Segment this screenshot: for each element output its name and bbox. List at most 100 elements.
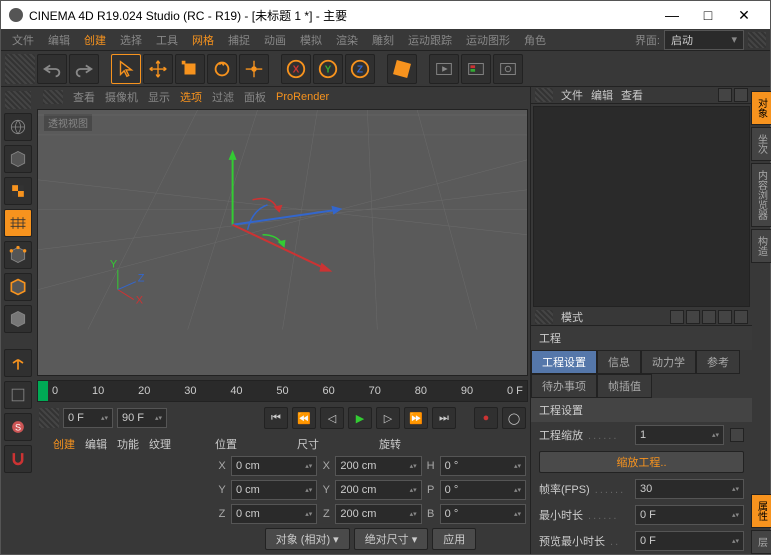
obj-icon1[interactable]	[718, 88, 732, 102]
maximize-button[interactable]: □	[690, 7, 726, 23]
move-tool[interactable]	[143, 54, 173, 84]
next-frame-button[interactable]: ▷	[376, 407, 400, 429]
render-pv-button[interactable]	[461, 54, 491, 84]
vp-display[interactable]: 显示	[148, 89, 170, 105]
lastused-tool[interactable]	[239, 54, 269, 84]
goto-end-button[interactable]: ⏭	[432, 407, 456, 429]
menu-tools[interactable]: 工具	[149, 32, 185, 48]
attr-handle[interactable]	[535, 310, 553, 324]
select-tool[interactable]	[111, 54, 141, 84]
axis-button[interactable]	[4, 349, 32, 377]
attr-mode[interactable]: 模式	[561, 309, 583, 325]
attr-new[interactable]	[734, 310, 748, 324]
pos-x-field[interactable]: 0 cm▴▾	[231, 456, 317, 476]
obj-handle[interactable]	[535, 88, 553, 102]
menu-edit[interactable]: 编辑	[41, 32, 77, 48]
rot-p-field[interactable]: 0 °▴▾	[440, 480, 526, 500]
menu-mograph[interactable]: 运动图形	[459, 32, 517, 48]
coord-mode-combo[interactable]: 对象 (相对) ▾	[265, 528, 350, 550]
prev-frame-button[interactable]: ◁	[320, 407, 344, 429]
minimize-button[interactable]: —	[654, 7, 690, 23]
coord-tab-create[interactable]: 创建	[53, 436, 75, 452]
coord-size-combo[interactable]: 绝对尺寸 ▾	[354, 528, 429, 550]
coord-tab-func[interactable]: 功能	[117, 436, 139, 452]
size-x-field[interactable]: 200 cm▴▾	[335, 456, 421, 476]
mintime-field[interactable]: 0 F▴▾	[635, 505, 744, 525]
close-button[interactable]: ✕	[726, 7, 762, 24]
menu-mesh[interactable]: 网格	[185, 32, 221, 48]
timeline[interactable]: 01020304050607080900 F	[37, 380, 528, 402]
timeline-marker[interactable]	[38, 381, 48, 401]
edge-mode[interactable]	[4, 273, 32, 301]
vp-panel[interactable]: 面板	[244, 89, 266, 105]
sidetab-objects[interactable]: 对象	[751, 91, 771, 125]
vp-prorender[interactable]: ProRender	[276, 91, 329, 103]
vp-view[interactable]: 查看	[73, 89, 95, 105]
pos-z-field[interactable]: 0 cm▴▾	[231, 504, 317, 524]
coord-tab-edit[interactable]: 编辑	[85, 436, 107, 452]
sidetab-layers[interactable]: 层	[751, 530, 771, 554]
scale-tool[interactable]	[175, 54, 205, 84]
left-handle[interactable]	[5, 91, 31, 109]
viewport[interactable]: 透视视图 Y Z X	[37, 109, 528, 376]
tab-project[interactable]: 工程设置	[531, 350, 597, 374]
attr-fwd[interactable]	[686, 310, 700, 324]
tab-info[interactable]: 信息	[597, 350, 641, 374]
y-axis-lock[interactable]: Y	[313, 54, 343, 84]
autokey-button[interactable]: ◯	[502, 407, 526, 429]
magnet-button[interactable]	[4, 445, 32, 473]
texture-mode[interactable]	[4, 177, 32, 205]
tab-dynamics[interactable]: 动力学	[641, 350, 696, 374]
vp-options[interactable]: 选项	[180, 89, 202, 105]
interface-combo[interactable]: 启动	[664, 30, 744, 50]
frame-start-field[interactable]: 0 F▴▾	[63, 408, 113, 428]
rotate-tool[interactable]	[207, 54, 237, 84]
prevmin-field[interactable]: 0 F▴▾	[635, 531, 744, 551]
snap-button[interactable]: S	[4, 413, 32, 441]
attr-lock[interactable]	[718, 310, 732, 324]
sidetab-structure[interactable]: 构造	[751, 229, 771, 263]
tab-ref[interactable]: 参考	[696, 350, 740, 374]
object-manager[interactable]	[533, 106, 750, 307]
polygon-mode[interactable]	[4, 305, 32, 333]
menu-character[interactable]: 角色	[517, 32, 553, 48]
vp-cameras[interactable]: 摄像机	[105, 89, 138, 105]
render-view-button[interactable]	[387, 54, 417, 84]
vp-handle[interactable]	[43, 90, 63, 104]
layout-handle[interactable]	[748, 32, 766, 48]
menu-simulate[interactable]: 模拟	[293, 32, 329, 48]
goto-start-button[interactable]: ⏮	[264, 407, 288, 429]
scale-project-button[interactable]: 缩放工程..	[539, 451, 744, 473]
render-settings-button[interactable]	[493, 54, 523, 84]
frame-end-field[interactable]: 90 F▴▾	[117, 408, 167, 428]
coord-apply-button[interactable]: 应用	[432, 528, 476, 550]
prev-key-button[interactable]: ⏪	[292, 407, 316, 429]
tab-interp[interactable]: 帧插值	[597, 374, 652, 398]
size-y-field[interactable]: 200 cm▴▾	[335, 480, 421, 500]
record-button[interactable]: ●	[474, 407, 498, 429]
model-mode[interactable]	[4, 145, 32, 173]
sidetab-takes[interactable]: 坐次	[751, 127, 771, 161]
undo-button[interactable]	[37, 54, 67, 84]
sidetab-attributes[interactable]: 属性	[751, 494, 771, 528]
size-z-field[interactable]: 200 cm▴▾	[335, 504, 421, 524]
menu-select[interactable]: 选择	[113, 32, 149, 48]
point-mode[interactable]	[4, 241, 32, 269]
menu-animate[interactable]: 动画	[257, 32, 293, 48]
scale-field[interactable]: 1▴▾	[635, 425, 724, 445]
coord-tab-tex[interactable]: 纹理	[149, 436, 171, 452]
vp-filter[interactable]: 过滤	[212, 89, 234, 105]
viewport-solo[interactable]	[4, 381, 32, 409]
pos-y-field[interactable]: 0 cm▴▾	[231, 480, 317, 500]
obj-menu-file[interactable]: 文件	[561, 87, 583, 103]
next-key-button[interactable]: ⏩	[404, 407, 428, 429]
workplane-mode[interactable]	[4, 209, 32, 237]
tab-todo[interactable]: 待办事项	[531, 374, 597, 398]
play-button[interactable]: ▶	[348, 407, 372, 429]
obj-menu-view[interactable]: 查看	[621, 87, 643, 103]
z-axis-lock[interactable]: Z	[345, 54, 375, 84]
menu-snap[interactable]: 捕捉	[221, 32, 257, 48]
menu-sculpt[interactable]: 雕刻	[365, 32, 401, 48]
menu-create[interactable]: 创建	[77, 32, 113, 48]
menu-render[interactable]: 渲染	[329, 32, 365, 48]
